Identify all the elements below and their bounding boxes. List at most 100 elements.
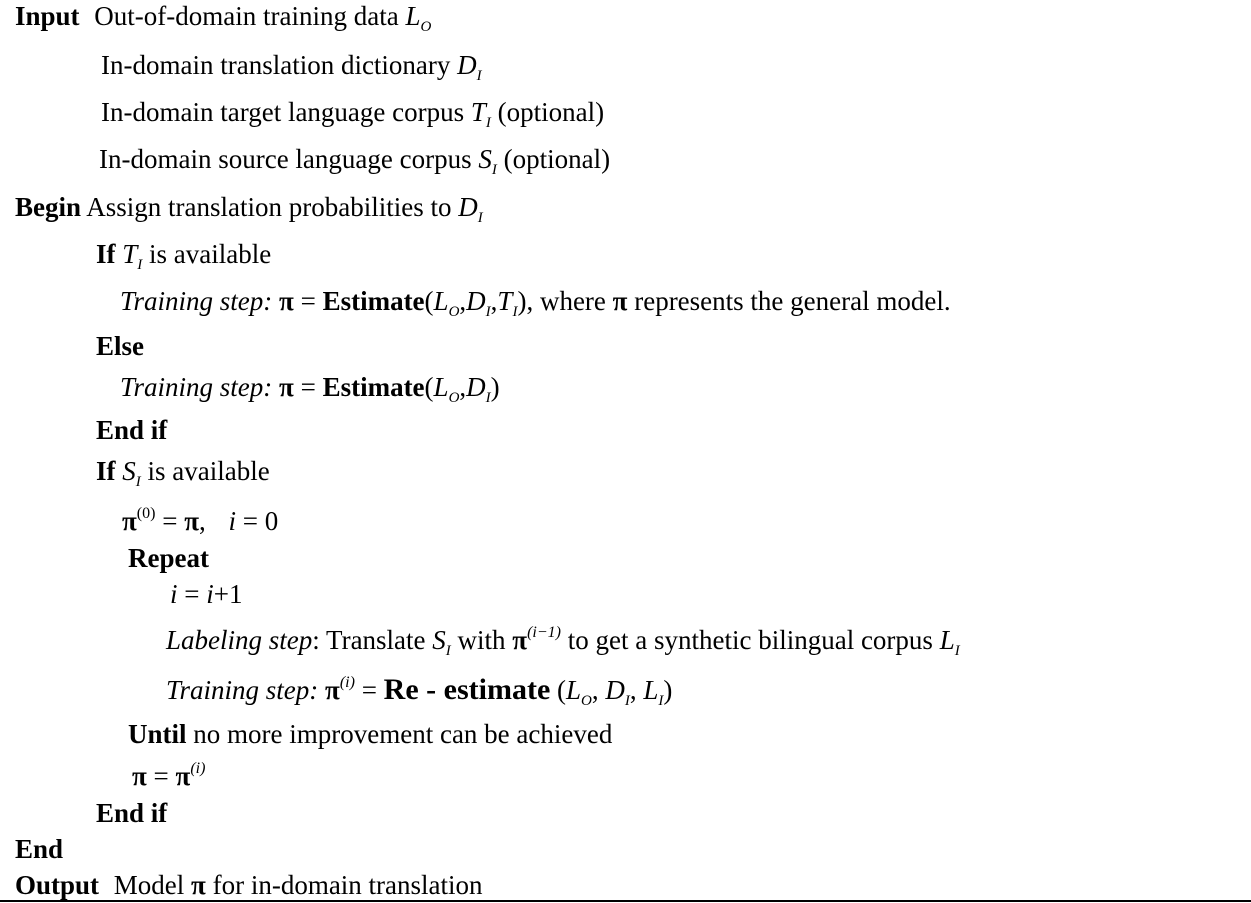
begin-symbol: D bbox=[458, 192, 478, 222]
pi-superscript: (i) bbox=[339, 674, 355, 691]
input-keyword: Input bbox=[15, 1, 80, 31]
pi-symbol: π bbox=[325, 675, 340, 705]
until-text: no more improvement can be achieved bbox=[193, 719, 613, 749]
arg-subscript: O bbox=[448, 390, 460, 406]
index-variable: i bbox=[170, 579, 178, 609]
pi-superscript: (i−1) bbox=[527, 624, 561, 641]
if-subscript: I bbox=[135, 474, 141, 490]
arg-symbol: T bbox=[497, 286, 513, 316]
if-text: is available bbox=[147, 456, 270, 486]
source-symbol: S bbox=[432, 625, 446, 655]
arg-subscript: I bbox=[512, 304, 518, 320]
pi-symbol: π bbox=[512, 625, 528, 655]
output-text: Model bbox=[113, 870, 185, 900]
pi-symbol: π bbox=[279, 372, 294, 402]
if-source-line: If SI is available bbox=[96, 455, 270, 490]
arg-symbol: D bbox=[466, 372, 486, 402]
begin-text: Assign translation probabilities to bbox=[86, 192, 452, 222]
arg-symbol: L bbox=[433, 286, 449, 316]
end-if-keyword: End if bbox=[96, 798, 168, 828]
begin-line: Begin Assign translation probabilities t… bbox=[15, 191, 483, 226]
training-step-label: Training step: bbox=[120, 372, 273, 402]
input-symbol: D bbox=[457, 50, 477, 80]
equals-sign: = bbox=[162, 506, 178, 536]
one-value: 1 bbox=[229, 579, 243, 609]
if-subscript: I bbox=[137, 257, 143, 273]
input-line-1: Input Out-of-domain training data LO bbox=[15, 0, 432, 35]
output-text-tail: for in-domain translation bbox=[212, 870, 483, 900]
input-symbol: T bbox=[470, 97, 486, 127]
arg-symbol: L bbox=[643, 675, 659, 705]
pi-symbol: π bbox=[279, 286, 294, 316]
zero-value: 0 bbox=[264, 506, 279, 536]
input-symbol: L bbox=[405, 1, 421, 31]
labeling-step-label: Labeling step bbox=[166, 625, 313, 655]
output-keyword: Output bbox=[15, 870, 100, 900]
input-subscript: I bbox=[476, 68, 482, 84]
labeling-step-line: Labeling step: Translate SI with π(i−1) … bbox=[166, 624, 960, 659]
training-step-label: Training step: bbox=[166, 675, 319, 705]
if-text: is available bbox=[149, 239, 272, 269]
re-estimate-function: Re - estimate bbox=[383, 673, 551, 706]
input-subscript: I bbox=[485, 115, 491, 131]
increment-line: i = i+1 bbox=[170, 578, 243, 610]
init-line: π(0) = π, i = 0 bbox=[122, 505, 279, 537]
labeling-colon: : bbox=[312, 625, 320, 655]
pi-symbol: π bbox=[122, 506, 137, 536]
arg-subscript: I bbox=[624, 693, 630, 709]
begin-subscript: I bbox=[477, 210, 483, 226]
index-variable: i bbox=[228, 506, 236, 536]
equals-sign: = bbox=[184, 579, 200, 609]
arg-subscript: O bbox=[448, 304, 460, 320]
equals-sign: = bbox=[300, 286, 316, 316]
if-keyword: If bbox=[96, 456, 116, 486]
repeat-line: Repeat bbox=[128, 542, 209, 574]
input-item-text: In-domain translation dictionary bbox=[101, 50, 451, 80]
training-step-line-1: Training step: π = Estimate(LO,DI,TI), w… bbox=[120, 286, 951, 320]
if-symbol: T bbox=[122, 239, 138, 269]
optional-note: (optional) bbox=[497, 97, 605, 127]
input-line-2: In-domain translation dictionary DI bbox=[101, 49, 482, 84]
where-text: , where bbox=[526, 286, 606, 316]
pi-symbol: π bbox=[184, 506, 199, 536]
corpus-subscript: I bbox=[954, 643, 960, 659]
pi-symbol: π bbox=[612, 286, 628, 316]
if-target-line: If TI is available bbox=[96, 238, 272, 273]
assign-line: π = π(i) bbox=[132, 760, 205, 792]
arg-symbol: D bbox=[605, 675, 625, 705]
pi-symbol: π bbox=[175, 761, 191, 791]
equals-sign: = bbox=[300, 372, 316, 402]
input-line-3: In-domain target language corpus TI (opt… bbox=[101, 96, 605, 131]
arg-symbol: L bbox=[433, 372, 449, 402]
pi-superscript: (i) bbox=[190, 760, 206, 777]
begin-keyword: Begin bbox=[15, 192, 82, 222]
equals-sign: = bbox=[242, 506, 258, 536]
if-symbol: S bbox=[122, 456, 136, 486]
bottom-rule bbox=[0, 900, 1251, 902]
equals-sign: = bbox=[153, 761, 169, 791]
end-line: End bbox=[15, 833, 63, 865]
output-line: Output Model π for in-domain translation bbox=[15, 869, 483, 901]
pi-symbol: π bbox=[191, 870, 206, 900]
arg-subscript: I bbox=[485, 390, 491, 406]
repeat-keyword: Repeat bbox=[128, 543, 209, 573]
input-item-text: In-domain target language corpus bbox=[101, 97, 465, 127]
pi-superscript: (0) bbox=[136, 505, 156, 522]
until-keyword: Until bbox=[128, 719, 187, 749]
if-keyword: If bbox=[96, 239, 116, 269]
optional-note: (optional) bbox=[503, 144, 611, 174]
arg-symbol: L bbox=[566, 675, 582, 705]
input-symbol: S bbox=[478, 144, 492, 174]
equals-sign: = bbox=[361, 675, 377, 705]
training-step-line-3: Training step: π(i) = Re - estimate (LO,… bbox=[166, 673, 673, 709]
until-line: Until no more improvement can be achieve… bbox=[128, 718, 612, 750]
general-model-text: represents the general model. bbox=[634, 286, 951, 316]
input-line-4: In-domain source language corpus SI (opt… bbox=[99, 143, 611, 178]
else-keyword: Else bbox=[96, 331, 145, 361]
arg-subscript: I bbox=[485, 304, 491, 320]
input-subscript: O bbox=[420, 19, 432, 35]
arg-symbol: D bbox=[466, 286, 486, 316]
algorithm-block: Input Out-of-domain training data LO In-… bbox=[0, 0, 1251, 903]
arg-subscript: I bbox=[658, 693, 664, 709]
end-if-line-2: End if bbox=[96, 797, 167, 829]
